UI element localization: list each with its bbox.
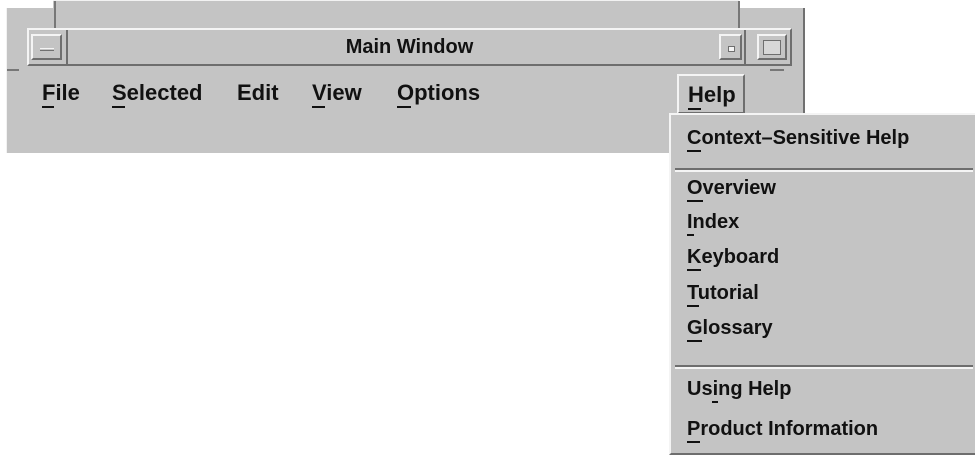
help-menu-separator-1 <box>675 168 973 172</box>
window-title: Main Window <box>345 36 474 58</box>
menu-selected[interactable]: Selected <box>112 80 203 108</box>
menu-view-label: View <box>312 80 362 105</box>
menu-file-label: File <box>42 80 80 105</box>
help-item-tutorial[interactable]: Tutorial <box>687 282 759 307</box>
menu-edit[interactable]: Edit <box>237 81 279 105</box>
help-item-tutorial-mnemonic <box>687 305 699 307</box>
menu-bar: File Selected Edit View Options Help <box>27 71 792 117</box>
menu-help-text: Help <box>688 82 736 110</box>
help-item-glossary[interactable]: Glossary <box>687 317 773 342</box>
help-item-overview[interactable]: Overview <box>687 177 776 202</box>
menu-file[interactable]: File <box>42 80 80 108</box>
menu-view-mnemonic <box>312 106 325 108</box>
help-item-keyboard-label: Keyboard <box>687 246 780 268</box>
restore-icon <box>728 46 735 52</box>
maximize-button[interactable] <box>757 34 787 60</box>
frame-top-left-cut <box>0 0 53 8</box>
maximize-icon <box>763 40 781 55</box>
help-item-using-help-mnemonic <box>712 401 718 403</box>
top-right-resize-handle[interactable] <box>738 1 740 28</box>
help-item-keyboard[interactable]: Keyboard <box>687 246 780 271</box>
menu-help[interactable]: Help <box>677 74 745 114</box>
help-item-index-mnemonic <box>687 234 694 236</box>
frame-top-right-cut <box>739 0 811 8</box>
help-item-glossary-label: Glossary <box>687 317 773 339</box>
top-left-resize-handle[interactable] <box>54 1 56 28</box>
menu-options-label: Options <box>397 80 481 105</box>
menu-view[interactable]: View <box>312 80 362 108</box>
help-item-context-sensitive-help-label: Context–Sensitive Help <box>687 127 910 149</box>
restore-button[interactable] <box>719 34 742 60</box>
menu-selected-mnemonic <box>112 106 125 108</box>
menu-help-label: Help <box>688 82 736 107</box>
help-menu-separator-2 <box>675 365 973 369</box>
help-item-keyboard-mnemonic <box>687 269 701 271</box>
help-item-glossary-mnemonic <box>687 340 702 342</box>
left-resize-handle[interactable] <box>7 69 19 71</box>
help-item-using-help[interactable]: Using Help <box>687 378 792 403</box>
help-item-using-help-label: Using Help <box>687 378 792 400</box>
help-item-index-label: Index <box>687 211 740 233</box>
help-item-product-information-label: Product Information <box>687 418 879 440</box>
menu-help-mnemonic <box>688 108 701 110</box>
help-item-product-information[interactable]: Product Information <box>687 418 879 443</box>
help-item-index[interactable]: Index <box>687 211 740 236</box>
menu-edit-label: Edit <box>237 80 279 105</box>
menu-file-mnemonic <box>42 106 54 108</box>
title-bar[interactable]: Main Window <box>27 28 792 66</box>
menu-options-mnemonic <box>397 106 411 108</box>
help-item-product-information-mnemonic <box>687 441 700 443</box>
help-item-overview-label: Overview <box>687 177 776 199</box>
help-dropdown-menu: Context–Sensitive Help Overview Index Ke… <box>669 113 975 455</box>
menu-selected-label: Selected <box>112 80 203 105</box>
menu-options[interactable]: Options <box>397 80 481 108</box>
help-item-context-sensitive-help[interactable]: Context–Sensitive Help <box>687 127 910 152</box>
help-item-overview-mnemonic <box>687 200 703 202</box>
help-item-context-sensitive-help-mnemonic <box>687 150 701 152</box>
help-item-tutorial-label: Tutorial <box>687 282 759 304</box>
